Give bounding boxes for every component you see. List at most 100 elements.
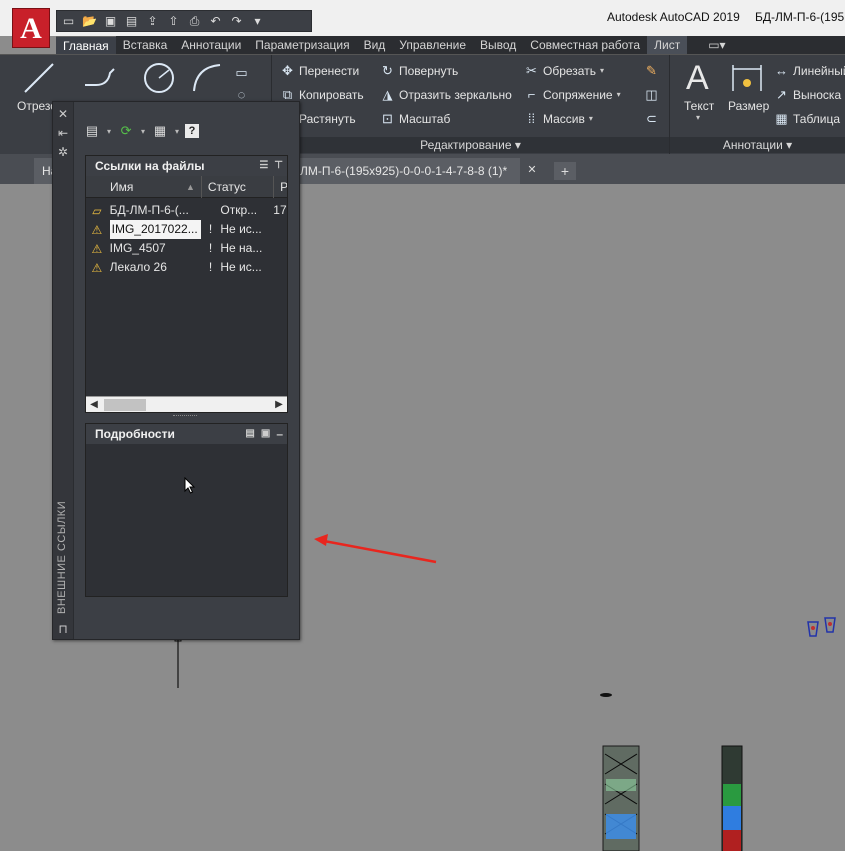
export-icon[interactable]: ⇪ — [145, 14, 160, 29]
scroll-left-icon[interactable]: ◀ — [86, 397, 102, 413]
palette-title-strip[interactable]: ✕ ⇤ ✲ ВНЕШНИЕ ССЫЛКИ ⊓ — [53, 102, 74, 639]
pin-icon[interactable]: ⊓ — [56, 622, 70, 636]
help-icon[interactable]: ? — [185, 124, 200, 138]
leader-icon: ↗ — [776, 87, 787, 102]
tab-view[interactable]: Вид — [357, 36, 393, 54]
more-icon[interactable]: ▾ — [250, 14, 265, 29]
fillet-icon: ⌐ — [527, 87, 536, 102]
application-menu-button[interactable]: A — [12, 8, 50, 48]
dimension-button-label[interactable]: Размер — [728, 99, 769, 113]
file-references-list: ▱ БД-ЛМ-П-6-(... Откр... 17 ⚠ IMG_201702… — [86, 198, 287, 277]
mirror-icon: ◮ — [382, 87, 393, 102]
array-button[interactable]: ⁞⁞ Массив ▾ — [524, 111, 593, 126]
tab-collaborate[interactable]: Совместная работа — [523, 36, 647, 54]
document-title: БД-ЛМ-П-6-(195 — [755, 10, 845, 24]
tab-parametric[interactable]: Параметризация — [248, 36, 356, 54]
attach-dropdown-icon[interactable]: ▾ — [107, 127, 111, 136]
text-dropdown-icon[interactable]: ▾ — [696, 113, 700, 122]
erase-icon[interactable]: ✎ — [644, 63, 659, 78]
refresh-dropdown-icon[interactable]: ▾ — [141, 127, 145, 136]
tab-home[interactable]: Главная — [56, 36, 116, 54]
linear-button[interactable]: ↔ Линейный — [774, 63, 845, 78]
splitter-grip[interactable] — [173, 415, 197, 419]
text-icon[interactable]: A — [686, 59, 709, 97]
refresh-icon[interactable]: ⟳ — [117, 122, 135, 140]
rotate-button[interactable]: ↻ Повернуть — [380, 63, 458, 78]
properties-icon[interactable]: ✲ — [56, 145, 70, 159]
collapse-icon[interactable]: – — [276, 424, 283, 444]
list-item[interactable]: ⚠ IMG_4507 ! Не на... — [86, 239, 287, 258]
arc-icon[interactable] — [190, 61, 224, 95]
open-icon[interactable]: 📂 — [82, 14, 97, 29]
saveas-icon[interactable]: ▤ — [124, 14, 139, 29]
fillet-button[interactable]: ⌐ Сопряжение ▾ — [524, 87, 621, 102]
attach-icon[interactable]: ▤ — [83, 122, 101, 140]
polyline-icon[interactable] — [82, 63, 118, 93]
list-item[interactable]: ⚠ IMG_2017022... ! Не ис... — [86, 220, 287, 239]
xref-palette: ✕ ⇤ ✲ ВНЕШНИЕ ССЫЛКИ ⊓ ▤ ▾ ⟳ ▾ ▦ ▾ ? Ссылки… — [52, 101, 300, 640]
undo-icon[interactable]: ↶ — [208, 14, 223, 29]
tab-manage[interactable]: Управление — [392, 36, 473, 54]
array-icon: ⁞⁞ — [527, 111, 536, 126]
ribbon-tabs: Главная Вставка Аннотации Параметризация… — [56, 36, 845, 54]
list-item[interactable]: ⚠ Лекало 26 ! Не ис... — [86, 258, 287, 277]
table-icon: ▦ — [775, 111, 788, 126]
explode-icon[interactable]: ◫ — [644, 87, 659, 102]
modify-group-label[interactable]: Редактирование ▾ — [272, 137, 669, 153]
tree-view-icon[interactable]: ⊤ — [274, 156, 283, 176]
close-icon[interactable]: ✕ — [526, 164, 538, 176]
change-path-icon[interactable]: ▦ — [151, 122, 169, 140]
table-button[interactable]: ▦ Таблица — [774, 111, 840, 126]
ribbon-options-icon[interactable]: ▭▾ — [701, 36, 732, 54]
tab-insert[interactable]: Вставка — [116, 36, 175, 54]
hatch-icon[interactable]: ◌ — [234, 87, 249, 102]
list-view-icon[interactable]: ☰ — [259, 156, 268, 176]
close-icon[interactable]: ✕ — [56, 107, 70, 121]
rectangle-icon[interactable]: ▭ — [234, 65, 249, 80]
column-size[interactable]: Р — [274, 176, 287, 198]
annotation-group-label[interactable]: Аннотации ▾ — [670, 137, 845, 153]
new-tab-icon[interactable]: + — [554, 162, 576, 180]
new-icon[interactable]: ▭ — [61, 14, 76, 29]
annotation-group: A Текст ▾ Размер ↔ Линейный ↗ Выноска ▦ Таб… — [670, 55, 845, 155]
doc-tab-active[interactable]: БД-ЛМ-П-6-(195x925)-0-0-0-1-4-7-8-8 (1)* — [280, 158, 520, 184]
list-item[interactable]: ▱ БД-ЛМ-П-6-(... Откр... 17 — [86, 201, 287, 220]
details-header: Подробности ▤ ▣ – — [86, 424, 287, 444]
redo-icon[interactable]: ↷ — [229, 14, 244, 29]
title-bar: A ▭ 📂 ▣ ▤ ⇪ ⇧ ⎙ ↶ ↷ ▾ Autodesk AutoCAD 2… — [0, 0, 845, 48]
horizontal-scrollbar[interactable]: ◀ ▶ — [86, 396, 287, 412]
tab-output[interactable]: Вывод — [473, 36, 523, 54]
autohide-icon[interactable]: ⇤ — [56, 126, 70, 140]
upload-icon[interactable]: ⇧ — [166, 14, 181, 29]
offset-icon[interactable]: ⊂ — [644, 111, 659, 126]
move-button[interactable]: ✥ Перенести — [280, 63, 359, 78]
scrollbar-thumb[interactable] — [104, 399, 146, 411]
path-dropdown-icon[interactable]: ▾ — [175, 127, 179, 136]
leader-button[interactable]: ↗ Выноска — [774, 87, 841, 102]
move-icon: ✥ — [282, 63, 293, 78]
copy-button[interactable]: ⧉ Копировать — [280, 87, 364, 102]
file-references-columns: Имя ▲ Статус Р — [86, 176, 287, 198]
trim-button[interactable]: ✂ Обрезать ▾ — [524, 63, 604, 78]
scale-button[interactable]: ⊡ Масштаб — [380, 111, 450, 126]
column-name[interactable]: Имя ▲ — [86, 176, 202, 198]
palette-vertical-title: ВНЕШНИЕ ССЫЛКИ — [56, 500, 68, 614]
mirror-button[interactable]: ◮ Отразить зеркально — [380, 87, 512, 102]
column-status[interactable]: Статус — [202, 176, 275, 198]
circle-icon[interactable] — [142, 61, 176, 95]
scroll-right-icon[interactable]: ▶ — [271, 397, 287, 413]
preview-icon[interactable]: ▣ — [261, 424, 270, 444]
linear-dim-icon: ↔ — [775, 63, 788, 78]
file-references-section: Ссылки на файлы ☰ ⊤ Имя ▲ Статус Р ▱ БД-Л… — [85, 155, 288, 413]
image-warning-icon: ⚠ — [91, 222, 103, 237]
details-view-icon[interactable]: ▤ — [245, 424, 254, 444]
tab-sheet[interactable]: Лист — [647, 36, 688, 54]
dimension-icon[interactable] — [730, 63, 764, 93]
save-icon[interactable]: ▣ — [103, 14, 118, 29]
image-warning-icon: ⚠ — [91, 260, 103, 275]
line-icon[interactable] — [22, 61, 56, 95]
column-block-left — [602, 745, 640, 851]
text-button-label[interactable]: Текст — [684, 99, 714, 113]
print-icon[interactable]: ⎙ — [187, 14, 202, 29]
tab-annotate[interactable]: Аннотации — [174, 36, 248, 54]
